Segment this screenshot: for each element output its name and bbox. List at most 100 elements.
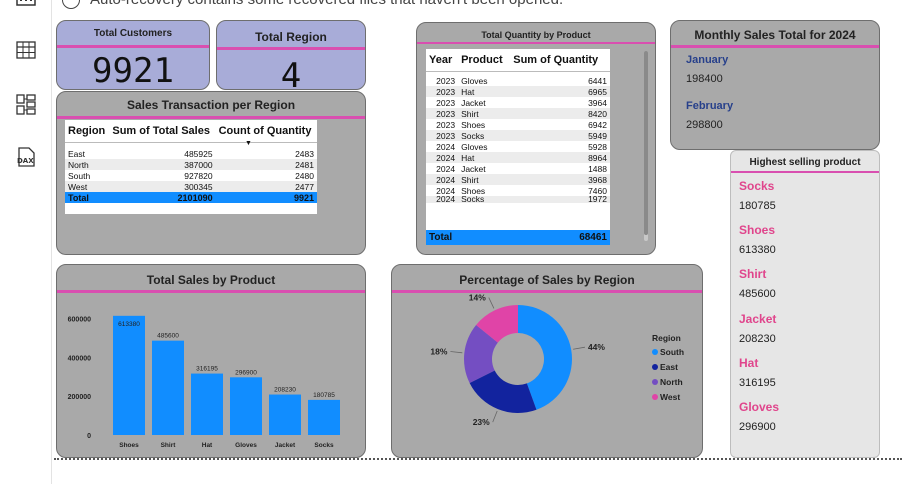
scrollbar-thumb[interactable] <box>644 51 648 235</box>
month-entry-january: January 198400 <box>686 54 729 85</box>
bar-shirt <box>152 340 184 435</box>
sales-by-region-card[interactable]: Percentage of Sales by Region 44% 23% 18% 1… <box>391 264 703 458</box>
product-entry-shirt: Shirt 485600 <box>739 267 776 300</box>
table-row[interactable]: East 485925 2483 <box>65 148 317 159</box>
total-region-card[interactable]: Total Region 4 <box>216 20 366 90</box>
y-tick-label: 200000 <box>68 394 91 401</box>
bar-data-label: 485600 <box>157 333 179 340</box>
table-total-row: Total 68461 <box>426 230 610 245</box>
x-tick-label: Jacket <box>275 442 296 449</box>
leader-line <box>573 346 586 350</box>
table-row[interactable]: 2024 Hat 8964 <box>426 152 610 163</box>
dax-query-icon[interactable]: DAX <box>12 143 40 171</box>
leader-line <box>488 297 495 309</box>
x-tick-label: Gloves <box>235 442 257 449</box>
product-entry-shoes: Shoes 613380 <box>739 223 776 256</box>
total-region-value: 4 <box>280 56 302 90</box>
table-row[interactable]: 2024 Shirt 3968 <box>426 174 610 185</box>
sales-by-product-bar-chart[interactable]: 0 200000 400000 600000 613380 Shoes 485600 Shir… <box>57 293 366 458</box>
page-bottom-boundary <box>54 458 902 460</box>
table-row[interactable]: 2024 Gloves 5928 <box>426 141 610 152</box>
monthly-sales-card[interactable]: Monthly Sales Total for 2024 January 198… <box>670 20 880 150</box>
bar-data-label: 613380 <box>118 321 140 328</box>
legend-title: Region <box>652 333 681 343</box>
info-icon <box>62 0 80 10</box>
sales-transaction-card[interactable]: Sales Transaction per Region Region Sum … <box>56 91 366 255</box>
title-underline <box>57 116 365 119</box>
title-underline <box>731 171 879 173</box>
legend-item-east: East <box>660 362 678 372</box>
card-title: Total Customers <box>93 28 173 39</box>
bar-data-label: 180785 <box>313 392 335 399</box>
x-tick-label: Shirt <box>161 442 177 449</box>
sales-region-table[interactable]: Region Sum of Total Sales Count of Quant… <box>65 120 317 214</box>
bar-socks <box>308 399 340 435</box>
sort-desc-icon[interactable]: ▼ <box>245 140 252 147</box>
title-underline <box>57 45 209 48</box>
slice-percent-label: 44% <box>588 342 605 352</box>
product-entry-hat: Hat 316195 <box>739 356 776 389</box>
y-tick-label: 400000 <box>68 355 91 362</box>
table-row[interactable]: 2023 Shoes 6942 <box>426 119 610 130</box>
total-customers-card[interactable]: Total Customers 9921 <box>56 20 210 90</box>
legend-item-south: South <box>660 347 684 357</box>
bar-data-label: 208230 <box>274 387 296 394</box>
highest-selling-product-card[interactable]: Highest selling product Socks 180785 Sho… <box>730 150 880 458</box>
table-row[interactable]: 2023 Shirt 8420 <box>426 108 610 119</box>
y-tick-label: 600000 <box>68 316 91 323</box>
table-row[interactable]: South 927820 2480 <box>65 170 317 181</box>
report-view-icon[interactable] <box>12 0 40 14</box>
table-total-row: Total 2101090 9921 <box>65 192 317 203</box>
card-title: Highest selling product <box>749 157 861 168</box>
notice-text: Auto-recovery contains some recovered fi… <box>90 0 563 8</box>
legend-item-west: West <box>660 392 680 402</box>
leader-line <box>450 351 463 354</box>
model-view-icon[interactable] <box>12 90 40 118</box>
table-row[interactable]: 2024 Shoes 7460 <box>426 185 610 196</box>
month-entry-february: February 298800 <box>686 100 734 131</box>
left-view-rail: DAX <box>0 0 52 484</box>
card-title: Percentage of Sales by Region <box>459 273 635 287</box>
card-title: Total Quantity by Product <box>481 30 591 40</box>
bar-jacket <box>269 394 301 435</box>
total-customers-value: 9921 <box>92 51 174 90</box>
column-header-region[interactable]: Region <box>65 120 109 142</box>
column-header-product[interactable]: Product <box>458 49 510 71</box>
bar-hat <box>191 373 223 435</box>
sales-by-product-card[interactable]: Total Sales by Product 0 200000 400000 6000… <box>56 264 366 458</box>
slice-percent-label: 23% <box>473 417 490 427</box>
legend-marker <box>652 364 658 370</box>
table-row[interactable]: 2024 Jacket 1488 <box>426 163 610 174</box>
legend-marker <box>652 379 658 385</box>
y-tick-label: 0 <box>87 433 91 440</box>
leader-line <box>492 410 498 423</box>
bar-gloves <box>230 377 262 435</box>
quantity-by-product-card[interactable]: Total Quantity by Product Year Product S… <box>416 22 656 255</box>
x-tick-label: Socks <box>314 442 334 449</box>
table-row[interactable]: North 387000 2481 <box>65 159 317 170</box>
card-title: Total Sales by Product <box>146 273 276 287</box>
sales-by-region-donut-chart[interactable]: 44% 23% 18% 14% Region South East North West <box>392 293 703 458</box>
column-header-sum-quantity[interactable]: Sum of Quantity <box>510 49 610 71</box>
x-tick-label: Shoes <box>119 442 139 449</box>
legend-item-north: North <box>660 377 683 387</box>
table-row[interactable]: West 300345 2477 <box>65 181 317 192</box>
table-row[interactable]: 2023 Jacket 3964 <box>426 97 610 108</box>
table-row[interactable]: 2023 Gloves 6441 <box>426 75 610 86</box>
bar-data-label: 296900 <box>235 369 257 376</box>
auto-recovery-notice: Auto-recovery contains some recovered fi… <box>62 0 563 10</box>
table-row[interactable]: 2023 Socks 5949 <box>426 130 610 141</box>
table-row[interactable]: 2023 Hat 6965 <box>426 86 610 97</box>
column-header-count-quantity[interactable]: Count of Quantity <box>216 120 317 142</box>
quantity-product-table[interactable]: Year Product Sum of Quantity 2023 Gloves 6… <box>426 49 610 245</box>
table-row[interactable]: 2024 Socks 1972 <box>426 196 610 203</box>
table-view-icon[interactable] <box>12 36 40 64</box>
legend-marker <box>652 349 658 355</box>
column-header-sum-total-sales[interactable]: Sum of Total Sales <box>109 120 215 142</box>
vertical-scrollbar[interactable] <box>644 51 648 241</box>
svg-text:DAX: DAX <box>17 157 34 165</box>
column-header-year[interactable]: Year <box>426 49 458 71</box>
title-underline <box>671 45 879 48</box>
product-entry-gloves: Gloves 296900 <box>739 400 780 433</box>
slice-percent-label: 14% <box>469 293 486 303</box>
